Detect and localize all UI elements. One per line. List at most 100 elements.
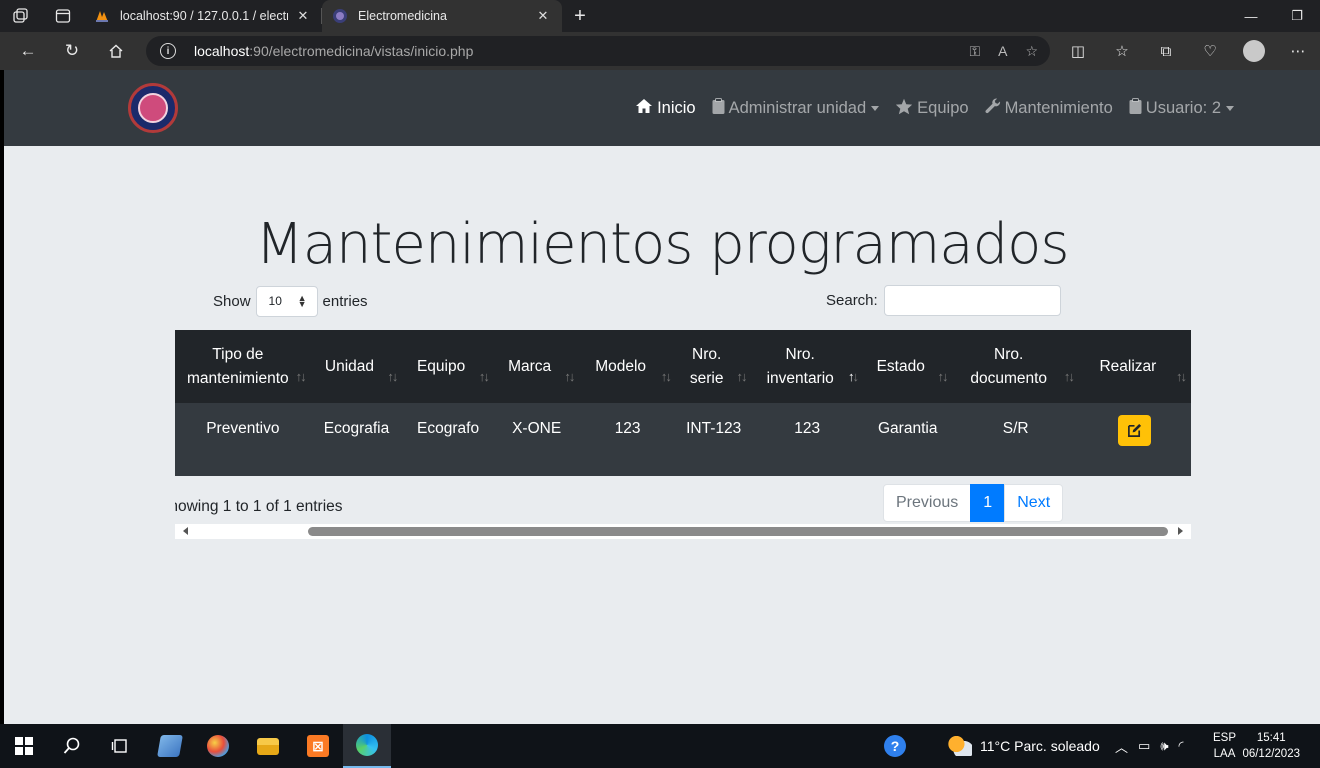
cell-estado: Garantia bbox=[878, 420, 938, 437]
browser-tab-phpmyadmin[interactable]: localhost:90 / 127.0.0.1 / electromedici… bbox=[84, 0, 322, 32]
password-key-icon[interactable]: ⚿ bbox=[969, 43, 980, 60]
chevron-down-icon bbox=[871, 105, 880, 111]
table-container: Tipo de mantenimiento ↑↓ Unidad ↑↓ Equipo ↑… bbox=[175, 330, 1191, 476]
table-info: Showing 1 to 1 of 1 entries bbox=[175, 498, 343, 515]
close-tab-icon[interactable]: ✕ bbox=[534, 8, 552, 24]
address-bar-actions: ⚿ A ☆ bbox=[969, 36, 1038, 66]
entries-select[interactable]: 10 ▲ ▼ bbox=[255, 285, 318, 317]
browser-toolbar: ← ↻ i localhost:90/electromedicina/vista… bbox=[0, 32, 1320, 70]
url-text[interactable]: localhost:90/electromedicina/vistas/inic… bbox=[194, 43, 473, 59]
sort-icon: ↑↓ bbox=[1063, 369, 1075, 384]
weather-widget[interactable]: 11°C Parc. soleado bbox=[948, 724, 1100, 768]
edge-browser-icon[interactable] bbox=[343, 724, 391, 768]
table-header-row: Tipo de mantenimiento ↑↓ Unidad ↑↓ Equipo ↑… bbox=[175, 330, 1191, 403]
scroll-thumb[interactable] bbox=[308, 527, 1168, 536]
volume-icon[interactable]: 🕪 bbox=[1160, 738, 1168, 754]
col-unidad[interactable]: Unidad ↑↓ bbox=[310, 330, 403, 403]
maintenance-table: Tipo de mantenimiento ↑↓ Unidad ↑↓ Equipo ↑… bbox=[175, 330, 1191, 476]
new-tab-button[interactable]: + bbox=[562, 0, 598, 32]
task-view-icon[interactable] bbox=[96, 724, 144, 768]
table-search: Search: bbox=[826, 285, 1061, 316]
show-label: Show bbox=[213, 292, 251, 310]
col-equipo[interactable]: Equipo ↑↓ bbox=[402, 330, 494, 403]
col-estado[interactable]: Estado ↑↓ bbox=[862, 330, 953, 403]
nav-administrar-unidad[interactable]: Administrar unidad bbox=[712, 98, 880, 118]
chevron-down-icon bbox=[1226, 105, 1234, 111]
nav-mantenimiento[interactable]: Mantenimiento bbox=[985, 98, 1113, 118]
cell-marca: X-ONE bbox=[512, 420, 562, 437]
edit-button[interactable] bbox=[1118, 415, 1152, 446]
sort-icon: ↑↓ bbox=[937, 369, 949, 384]
nav-links: Inicio Administrar unidad Equipo Manteni… bbox=[635, 70, 1234, 146]
col-serie[interactable]: Nro. serie ↑↓ bbox=[675, 330, 752, 403]
windows-start-icon[interactable] bbox=[0, 724, 48, 768]
cell-documento: S/R bbox=[1002, 420, 1029, 437]
network-icon[interactable]: ◜ bbox=[1179, 738, 1184, 754]
col-inventario[interactable]: Nro. inventario ↑↓ bbox=[751, 330, 863, 403]
weather-sun-cloud-icon bbox=[948, 736, 972, 756]
split-screen-icon[interactable]: ◫ bbox=[1056, 32, 1100, 70]
entries-length-control: Show 10 ▲ ▼ entries bbox=[213, 285, 368, 317]
favorite-star-icon[interactable]: ☆ bbox=[1025, 43, 1038, 60]
workspaces-icon[interactable] bbox=[0, 0, 42, 32]
search-label: Search: bbox=[826, 292, 878, 309]
read-aloud-icon[interactable]: A bbox=[998, 43, 1007, 59]
search-input[interactable] bbox=[883, 285, 1061, 316]
notepad-app-icon[interactable] bbox=[146, 724, 194, 768]
scroll-right-icon[interactable] bbox=[1178, 527, 1183, 535]
help-icon[interactable]: ? bbox=[884, 724, 906, 768]
language-indicator[interactable]: ESP LAA bbox=[1213, 730, 1236, 762]
tab-title: Electromedicina bbox=[358, 9, 447, 23]
chevron-up-icon[interactable]: ︿ bbox=[1115, 737, 1128, 756]
home-browser-icon[interactable] bbox=[94, 32, 138, 70]
browser-essentials-icon[interactable]: ♡ bbox=[1188, 32, 1232, 70]
col-tipo[interactable]: Tipo de mantenimiento ↑↓ bbox=[175, 330, 311, 403]
back-icon[interactable]: ← bbox=[6, 32, 50, 70]
col-marca[interactable]: Marca ↑↓ bbox=[493, 330, 580, 403]
nav-inicio[interactable]: Inicio bbox=[635, 98, 696, 118]
col-documento[interactable]: Nro. documento ↑↓ bbox=[952, 330, 1079, 403]
nav-usuario[interactable]: Usuario: 2 bbox=[1129, 98, 1234, 118]
table-row: Preventivo Ecografia Ecografo X-ONE 123 … bbox=[175, 403, 1191, 476]
refresh-icon[interactable]: ↻ bbox=[50, 32, 94, 70]
browser-tabstrip: localhost:90 / 127.0.0.1 / electromedici… bbox=[0, 0, 1320, 32]
system-clock[interactable]: 15:41 06/12/2023 bbox=[1242, 730, 1300, 762]
restore-icon[interactable]: ❐ bbox=[1274, 0, 1320, 32]
next-page-button[interactable]: Next bbox=[1004, 484, 1064, 522]
tab-actions-icon[interactable] bbox=[42, 0, 84, 32]
col-realizar[interactable]: Realizar ↑↓ bbox=[1078, 330, 1191, 403]
sort-icon: ↑↓ bbox=[295, 369, 307, 384]
institution-logo[interactable] bbox=[128, 83, 178, 133]
window-controls: — ❐ bbox=[1228, 0, 1320, 32]
star-icon bbox=[895, 98, 913, 119]
profile-avatar[interactable] bbox=[1243, 40, 1265, 62]
page-1-button[interactable]: 1 bbox=[970, 484, 1006, 522]
previous-page-button[interactable]: Previous bbox=[883, 484, 972, 522]
minimize-icon[interactable]: — bbox=[1228, 0, 1274, 32]
search-icon[interactable] bbox=[48, 724, 96, 768]
battery-icon[interactable]: ▭ bbox=[1138, 738, 1150, 754]
page-title: Mantenimientos programados bbox=[255, 212, 1069, 277]
cell-realizar bbox=[1079, 403, 1191, 476]
collections-icon[interactable]: ⧉ bbox=[1144, 32, 1188, 70]
site-favicon-icon bbox=[333, 9, 347, 23]
paint-app-icon[interactable] bbox=[194, 724, 242, 768]
col-modelo[interactable]: Modelo ↑↓ bbox=[579, 330, 676, 403]
horizontal-scrollbar[interactable] bbox=[175, 524, 1191, 539]
close-tab-icon[interactable]: ✕ bbox=[294, 8, 312, 24]
file-explorer-icon[interactable] bbox=[244, 724, 292, 768]
browser-tab-electromedicina[interactable]: Electromedicina ✕ bbox=[322, 0, 562, 32]
address-bar[interactable]: i localhost:90/electromedicina/vistas/in… bbox=[146, 36, 1050, 66]
pagination: Previous 1 Next bbox=[883, 484, 1064, 522]
site-info-icon[interactable]: i bbox=[160, 43, 176, 59]
nav-equipo[interactable]: Equipo bbox=[895, 98, 969, 119]
more-menu-icon[interactable]: ⋯ bbox=[1276, 32, 1320, 70]
cell-inventario: 123 bbox=[794, 420, 821, 437]
sort-icon: ↑↓ bbox=[736, 369, 747, 384]
clipboard-icon bbox=[1129, 98, 1142, 118]
home-icon bbox=[635, 98, 653, 118]
favorites-icon[interactable]: ☆ bbox=[1100, 32, 1144, 70]
scroll-left-icon[interactable] bbox=[183, 527, 188, 535]
site-navbar: Inicio Administrar unidad Equipo Manteni… bbox=[4, 70, 1320, 146]
xampp-app-icon[interactable]: ⊠ bbox=[294, 724, 342, 768]
